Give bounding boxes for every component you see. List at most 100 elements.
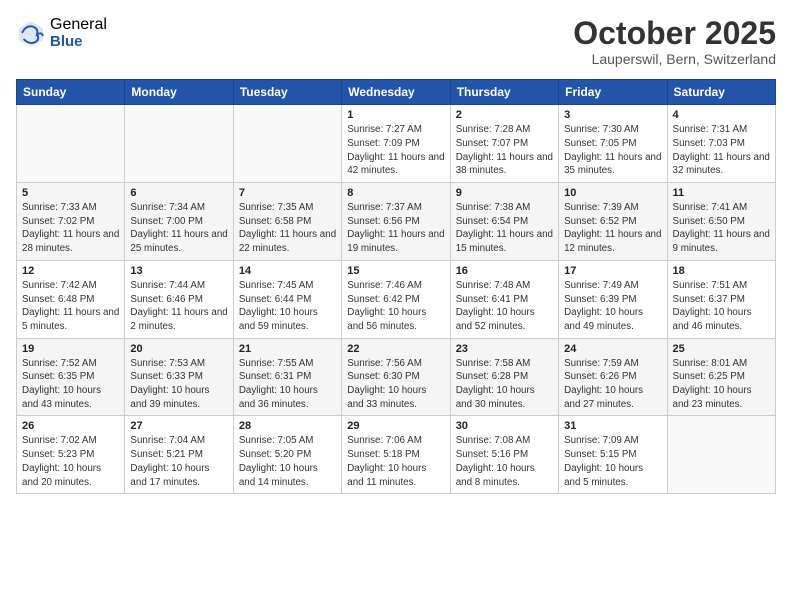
day-info: Sunrise: 7:35 AM Sunset: 6:58 PM Dayligh… (239, 201, 336, 256)
weekday-header: Monday (125, 80, 233, 105)
logo-icon (16, 18, 46, 48)
day-info: Sunrise: 7:42 AM Sunset: 6:48 PM Dayligh… (22, 279, 119, 334)
calendar-cell: 26 Sunrise: 7:02 AM Sunset: 5:23 PM Dayli… (17, 416, 125, 494)
day-number: 4 (673, 109, 770, 121)
day-info: Sunrise: 7:48 AM Sunset: 6:41 PM Dayligh… (456, 279, 553, 334)
weekday-header: Sunday (17, 80, 125, 105)
calendar-week-row: 5Sunrise: 7:33 AM Sunset: 7:02 PM Daylig… (17, 183, 776, 261)
day-number: 27 (130, 420, 227, 432)
calendar-cell (125, 105, 233, 183)
day-info: Sunrise: 7:30 AM Sunset: 7:05 PM Dayligh… (564, 123, 661, 178)
day-number: 28 (239, 420, 336, 432)
day-info: Sunrise: 7:09 AM Sunset: 5:15 PM Dayligh… (564, 434, 661, 489)
calendar-cell: 16 Sunrise: 7:48 AM Sunset: 6:41 PM Dayli… (450, 260, 558, 338)
calendar-cell: 2 Sunrise: 7:28 AM Sunset: 7:07 PM Daylig… (450, 105, 558, 183)
day-number: 26 (22, 420, 119, 432)
logo-general: General (50, 16, 107, 34)
calendar-cell: 22 Sunrise: 7:56 AM Sunset: 6:30 PM Dayli… (342, 338, 450, 416)
day-info: Sunrise: 7:37 AM Sunset: 6:56 PM Dayligh… (347, 201, 444, 256)
day-number: 9 (456, 187, 553, 199)
day-info: Sunrise: 7:31 AM Sunset: 7:03 PM Dayligh… (673, 123, 770, 178)
day-info: Sunrise: 8:01 AM Sunset: 6:25 PM Dayligh… (673, 357, 770, 412)
day-info: Sunrise: 7:27 AM Sunset: 7:09 PM Dayligh… (347, 123, 444, 178)
calendar-cell (667, 416, 775, 494)
calendar-cell: 30Sunrise: 7:08 AM Sunset: 5:16 PM Dayli… (450, 416, 558, 494)
calendar-cell: 15Sunrise: 7:46 AM Sunset: 6:42 PM Dayli… (342, 260, 450, 338)
day-info: Sunrise: 7:04 AM Sunset: 5:21 PM Dayligh… (130, 434, 227, 489)
calendar-week-row: 19 Sunrise: 7:52 AM Sunset: 6:35 PM Dayli… (17, 338, 776, 416)
day-number: 25 (673, 343, 770, 355)
calendar-cell: 28Sunrise: 7:05 AM Sunset: 5:20 PM Dayli… (233, 416, 341, 494)
calendar-table: SundayMondayTuesdayWednesdayThursdayFrid… (16, 79, 776, 494)
day-info: Sunrise: 7:28 AM Sunset: 7:07 PM Dayligh… (456, 123, 553, 178)
weekday-header: Wednesday (342, 80, 450, 105)
day-number: 17 (564, 265, 661, 277)
calendar-cell: 14 Sunrise: 7:45 AM Sunset: 6:44 PM Dayli… (233, 260, 341, 338)
day-number: 14 (239, 265, 336, 277)
day-info: Sunrise: 7:39 AM Sunset: 6:52 PM Dayligh… (564, 201, 661, 256)
day-number: 19 (22, 343, 119, 355)
calendar-cell: 20 Sunrise: 7:53 AM Sunset: 6:33 PM Dayli… (125, 338, 233, 416)
day-number: 5 (22, 187, 119, 199)
day-number: 31 (564, 420, 661, 432)
day-info: Sunrise: 7:59 AM Sunset: 6:26 PM Dayligh… (564, 357, 661, 412)
day-number: 10 (564, 187, 661, 199)
calendar-cell: 3 Sunrise: 7:30 AM Sunset: 7:05 PM Daylig… (559, 105, 667, 183)
day-info: Sunrise: 7:34 AM Sunset: 7:00 PM Dayligh… (130, 201, 227, 256)
day-number: 21 (239, 343, 336, 355)
day-info: Sunrise: 7:53 AM Sunset: 6:33 PM Dayligh… (130, 357, 227, 412)
day-number: 11 (673, 187, 770, 199)
calendar-cell: 18Sunrise: 7:51 AM Sunset: 6:37 PM Dayli… (667, 260, 775, 338)
day-info: Sunrise: 7:52 AM Sunset: 6:35 PM Dayligh… (22, 357, 119, 412)
calendar-cell: 25 Sunrise: 8:01 AM Sunset: 6:25 PM Dayli… (667, 338, 775, 416)
calendar-cell (233, 105, 341, 183)
title-block: October 2025 Lauperswil, Bern, Switzerla… (573, 16, 776, 67)
day-info: Sunrise: 7:44 AM Sunset: 6:46 PM Dayligh… (130, 279, 227, 334)
calendar-week-row: 12 Sunrise: 7:42 AM Sunset: 6:48 PM Dayli… (17, 260, 776, 338)
calendar-cell: 9Sunrise: 7:38 AM Sunset: 6:54 PM Daylig… (450, 183, 558, 261)
calendar-cell: 12 Sunrise: 7:42 AM Sunset: 6:48 PM Dayli… (17, 260, 125, 338)
day-number: 16 (456, 265, 553, 277)
calendar-cell: 31 Sunrise: 7:09 AM Sunset: 5:15 PM Dayli… (559, 416, 667, 494)
weekday-header: Thursday (450, 80, 558, 105)
calendar-cell: 24 Sunrise: 7:59 AM Sunset: 6:26 PM Dayli… (559, 338, 667, 416)
calendar-week-row: 26 Sunrise: 7:02 AM Sunset: 5:23 PM Dayli… (17, 416, 776, 494)
day-number: 24 (564, 343, 661, 355)
day-info: Sunrise: 7:02 AM Sunset: 5:23 PM Dayligh… (22, 434, 119, 489)
calendar-cell: 23 Sunrise: 7:58 AM Sunset: 6:28 PM Dayli… (450, 338, 558, 416)
location: Lauperswil, Bern, Switzerland (573, 51, 776, 67)
logo-text: General Blue (50, 16, 107, 50)
day-number: 20 (130, 343, 227, 355)
day-info: Sunrise: 7:51 AM Sunset: 6:37 PM Dayligh… (673, 279, 770, 334)
day-number: 2 (456, 109, 553, 121)
day-number: 6 (130, 187, 227, 199)
weekday-header: Tuesday (233, 80, 341, 105)
day-info: Sunrise: 7:49 AM Sunset: 6:39 PM Dayligh… (564, 279, 661, 334)
calendar-cell: 10 Sunrise: 7:39 AM Sunset: 6:52 PM Dayli… (559, 183, 667, 261)
day-number: 22 (347, 343, 444, 355)
day-number: 1 (347, 109, 444, 121)
day-info: Sunrise: 7:45 AM Sunset: 6:44 PM Dayligh… (239, 279, 336, 334)
calendar-cell: 1 Sunrise: 7:27 AM Sunset: 7:09 PM Daylig… (342, 105, 450, 183)
day-number: 7 (239, 187, 336, 199)
day-number: 29 (347, 420, 444, 432)
day-info: Sunrise: 7:56 AM Sunset: 6:30 PM Dayligh… (347, 357, 444, 412)
day-info: Sunrise: 7:55 AM Sunset: 6:31 PM Dayligh… (239, 357, 336, 412)
day-number: 30 (456, 420, 553, 432)
logo-blue: Blue (50, 34, 107, 51)
day-number: 12 (22, 265, 119, 277)
day-number: 3 (564, 109, 661, 121)
calendar-cell: 21 Sunrise: 7:55 AM Sunset: 6:31 PM Dayli… (233, 338, 341, 416)
day-number: 13 (130, 265, 227, 277)
calendar-cell: 13 Sunrise: 7:44 AM Sunset: 6:46 PM Dayli… (125, 260, 233, 338)
day-number: 23 (456, 343, 553, 355)
calendar-cell (17, 105, 125, 183)
calendar-cell: 6 Sunrise: 7:34 AM Sunset: 7:00 PM Daylig… (125, 183, 233, 261)
calendar-cell: 4 Sunrise: 7:31 AM Sunset: 7:03 PM Daylig… (667, 105, 775, 183)
logo: General Blue (16, 16, 107, 50)
calendar-cell: 27 Sunrise: 7:04 AM Sunset: 5:21 PM Dayli… (125, 416, 233, 494)
day-info: Sunrise: 7:58 AM Sunset: 6:28 PM Dayligh… (456, 357, 553, 412)
month-title: October 2025 (573, 16, 776, 51)
page-header: General Blue October 2025 Lauperswil, Be… (16, 16, 776, 67)
calendar-cell: 19 Sunrise: 7:52 AM Sunset: 6:35 PM Dayli… (17, 338, 125, 416)
